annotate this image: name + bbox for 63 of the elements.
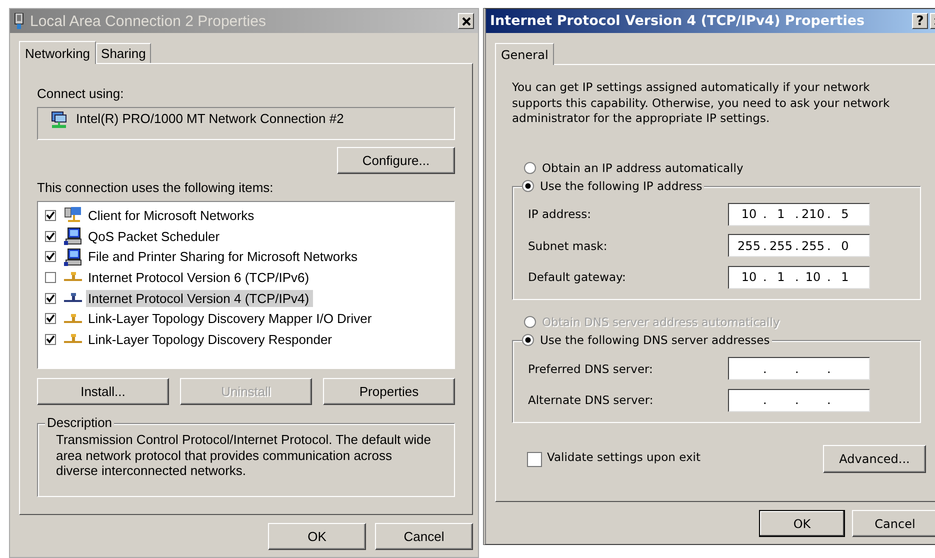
radio-label: Use the following DNS server addresses [540, 333, 770, 347]
list-item[interactable]: Client for Microsoft Networks [86, 206, 258, 224]
ip-address-field[interactable]: 255 . 255 . 255 . 0 [728, 234, 870, 258]
tab[interactable]: Sharing [96, 43, 151, 63]
group-title: Description [45, 415, 114, 431]
help-button[interactable]: ? [912, 13, 928, 29]
ip-address-field[interactable]: . . . [728, 388, 870, 412]
dialog-button[interactable]: OK [759, 510, 845, 537]
close-icon [462, 16, 470, 26]
intro-text: You can get IP settings assigned automatically if your network supports this capability. Otherwise, you need to ask your network administrator for the appropriate IP settings. [512, 80, 891, 126]
dialog-button[interactable]: Cancel [852, 510, 935, 537]
window-title: Local Area Connection 2 Properties [30, 12, 267, 30]
field-label: Default gateway: [528, 270, 627, 284]
checkbox[interactable] [45, 230, 56, 242]
checkbox[interactable] [45, 292, 56, 304]
field-label: Subnet mask: [528, 238, 608, 253]
list-action-button[interactable]: Install... [37, 378, 169, 405]
checkbox[interactable] [45, 334, 56, 345]
list-item[interactable]: Internet Protocol Version 6 (TCP/IPv6) [86, 268, 314, 286]
tab[interactable]: General [495, 43, 554, 65]
checkbox[interactable] [45, 313, 56, 324]
items-label: This connection uses the following items: [37, 180, 274, 195]
radio-button[interactable] [524, 162, 536, 174]
adapter-name: Intel(R) PRO/1000 MT Network Connection #2 [76, 111, 344, 126]
description-text: Transmission Control Protocol/Internet Protocol. The default wide area network protocol that provides communication across diverse interconnected networks. [56, 432, 432, 478]
network-adapter-icon [14, 13, 24, 29]
ip-address-field[interactable]: . . . [728, 357, 870, 380]
ip-address-field[interactable]: 10 . 1 . 210 . 5 [728, 202, 870, 226]
computer-icon [64, 227, 82, 246]
radio-button[interactable] [522, 334, 534, 346]
dialog-button[interactable]: OK [268, 523, 366, 550]
checkbox[interactable] [527, 452, 542, 466]
checkbox[interactable] [45, 251, 56, 262]
checkbox[interactable] [45, 210, 56, 221]
network-adapter-icon [50, 111, 68, 129]
network-client-icon [64, 206, 82, 224]
list-item[interactable]: File and Printer Sharing for Microsoft Networks [86, 248, 362, 266]
protocol-icon [64, 293, 82, 304]
window-title: Internet Protocol Version 4 (TCP/IPv4) Properties [490, 13, 866, 29]
list-item[interactable]: Link-Layer Topology Discovery Mapper I/O Driver [86, 310, 376, 328]
connect-using-label: Connect using: [37, 86, 125, 101]
field-label: Preferred DNS server: [528, 362, 654, 376]
list-item[interactable]: Link-Layer Topology Discovery Responder [86, 330, 336, 348]
list-action-button[interactable]: Properties [323, 378, 455, 405]
list-item[interactable]: QoS Packet Scheduler [86, 228, 224, 245]
protocol-icon [64, 314, 82, 324]
configure-button[interactable]: Configure... [337, 147, 455, 174]
checkbox[interactable] [45, 272, 56, 283]
field-label: IP address: [528, 207, 592, 222]
advanced-button[interactable]: Advanced... [823, 445, 926, 473]
computer-icon [64, 248, 82, 266]
close-button[interactable] [458, 13, 474, 29]
dialog-button[interactable]: Cancel [375, 523, 473, 550]
field-label: Alternate DNS server: [528, 393, 654, 408]
radio-label: Use the following IP address [540, 178, 702, 192]
radio-label: Obtain an IP address automatically [542, 160, 744, 174]
checkbox-label: Validate settings upon exit [547, 450, 702, 464]
ip-address-field[interactable]: 10 . 1 . 10 . 1 [728, 266, 870, 289]
protocol-icon [64, 334, 82, 344]
tab[interactable]: Networking [19, 41, 96, 64]
list-item[interactable]: Internet Protocol Version 4 (TCP/IPv4) [86, 290, 314, 307]
radio-button[interactable] [522, 180, 534, 192]
protocol-icon [64, 272, 82, 282]
